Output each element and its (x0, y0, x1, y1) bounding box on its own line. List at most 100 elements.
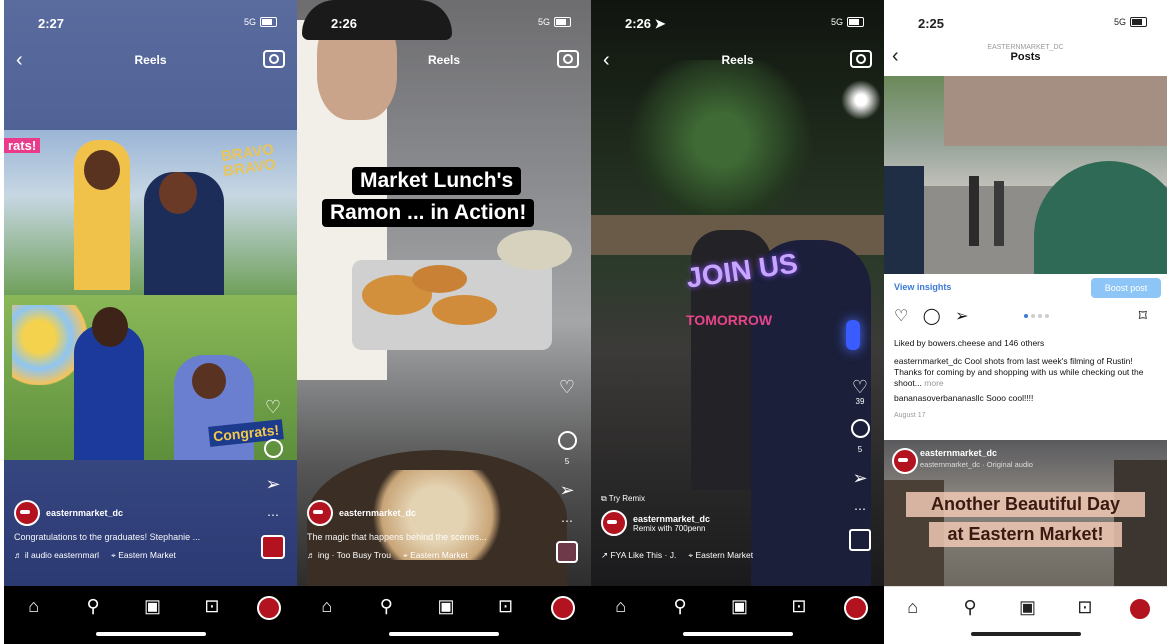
username[interactable]: easternmarket_dc (920, 448, 997, 458)
home-icon[interactable]: ⌂ (899, 597, 927, 618)
back-chevron-icon[interactable]: ‹ (892, 45, 899, 68)
more-icon[interactable]: ⋯ (561, 512, 573, 530)
caption-text[interactable]: The magic that happens behind the scenes… (307, 532, 547, 542)
more-link[interactable]: more (924, 378, 943, 388)
heart-icon[interactable]: ♡ (894, 308, 908, 325)
audio-label[interactable]: ♬ il audio easternmarl (14, 550, 99, 561)
camera-icon[interactable] (557, 50, 579, 68)
status-signal: 5G (538, 17, 571, 27)
post-photo-filming[interactable] (884, 76, 1167, 274)
account-handle: EASTERNMARKET_DC (987, 44, 1064, 51)
status-signal: 5G (831, 17, 864, 27)
caption-text[interactable]: Congratulations to the graduates! Stepha… (14, 532, 253, 542)
profile-icon[interactable] (1128, 597, 1153, 621)
avatar[interactable] (14, 500, 40, 526)
heart-icon[interactable]: ♡ (852, 378, 868, 396)
profile-icon[interactable] (844, 596, 869, 620)
reel-video-background (297, 0, 591, 586)
post2-banner-line2: at Eastern Market! (929, 522, 1122, 547)
reels-icon[interactable]: ▣ (432, 596, 460, 617)
home-indicator (389, 632, 499, 636)
comment-text: bananasoverbananasllc Sooo cool!!!! (894, 393, 1034, 403)
home-icon[interactable]: ⌂ (20, 596, 48, 617)
audio-thumbnail[interactable] (849, 529, 871, 551)
remix-icon: ⧉ (601, 494, 609, 503)
graduation-photo-2: Congrats! (4, 295, 297, 460)
try-remix-label[interactable]: ⧉ Try Remix (601, 494, 840, 504)
reels-header: ‹ Reels (4, 44, 297, 76)
home-icon[interactable]: ⌂ (313, 596, 341, 617)
comment-count: 5 (857, 445, 863, 454)
posts-header: ‹ EASTERNMARKET_DC Posts (884, 44, 1167, 74)
search-icon[interactable]: ⚲ (666, 596, 694, 617)
status-time: 2:27 (38, 16, 65, 31)
status-time: 2:26 (331, 16, 358, 31)
share-icon[interactable]: ➢ (559, 481, 574, 499)
reels-icon[interactable]: ▣ (725, 596, 753, 617)
liked-by-text[interactable]: Liked by bowers.cheese and 146 others (894, 338, 1157, 349)
avatar[interactable] (307, 500, 333, 526)
username[interactable]: easternmarket_dc (633, 514, 710, 524)
boost-post-button[interactable]: Boost post (1091, 278, 1161, 298)
shop-icon[interactable]: ⊡ (492, 596, 520, 617)
location-arrow-icon: ➤ (654, 16, 666, 31)
comment-icon[interactable]: ◯ (923, 308, 941, 325)
camera-icon[interactable] (850, 50, 872, 68)
header-title: Posts (1010, 51, 1041, 63)
avatar[interactable] (601, 510, 627, 536)
carousel-dots (1024, 314, 1049, 318)
header-title: Reels (427, 53, 461, 67)
reels-icon[interactable]: ▣ (1013, 597, 1041, 618)
battery-icon (847, 17, 864, 27)
heart-icon[interactable]: ♡ (265, 398, 281, 416)
profile-icon[interactable] (551, 596, 576, 620)
bravo-sticker: BRAVO BRAVO (220, 140, 278, 181)
comment-icon[interactable] (263, 439, 283, 458)
share-icon[interactable]: ➢ (265, 475, 280, 493)
audio-label[interactable]: ↗ FYA Like This · J. (601, 550, 676, 561)
profile-icon[interactable] (257, 596, 282, 620)
status-time: 2:25 (918, 16, 945, 31)
shop-icon[interactable]: ⊡ (1071, 597, 1099, 618)
reels-icon[interactable]: ▣ (138, 596, 166, 617)
audio-thumbnail[interactable] (556, 541, 578, 563)
shop-icon[interactable]: ⊡ (198, 596, 226, 617)
battery-icon (1130, 17, 1147, 27)
share-icon[interactable]: ➢ (955, 308, 968, 325)
view-insights-link[interactable]: View insights (894, 282, 951, 292)
status-signal: 5G (244, 17, 277, 27)
header-title: Reels (721, 53, 754, 67)
like-count: 39 (855, 397, 865, 406)
search-icon[interactable]: ⚲ (372, 596, 400, 617)
username[interactable]: easternmarket_dc (46, 508, 123, 518)
shop-icon[interactable]: ⊡ (785, 596, 813, 617)
search-icon[interactable]: ⚲ (79, 596, 107, 617)
phone-reels-market-lunch: Market Lunch's Ramon ... in Action! 2:26… (297, 0, 591, 644)
home-icon[interactable]: ⌂ (607, 596, 635, 617)
heart-icon[interactable]: ♡ (559, 378, 575, 396)
location-label[interactable]: ⌖ Eastern Market (403, 550, 468, 561)
location-label[interactable]: ⌖ Eastern Market (111, 550, 176, 561)
share-icon[interactable]: ➢ (852, 469, 867, 487)
camera-icon[interactable] (263, 50, 285, 68)
home-indicator (95, 632, 206, 636)
bookmark-icon[interactable]: ⌑ (1139, 306, 1147, 326)
remix-with-label[interactable]: Remix with 700penn (633, 524, 710, 533)
avatar[interactable] (892, 448, 918, 474)
overlay-title-line1: Market Lunch's (352, 167, 522, 195)
more-icon[interactable]: ⋯ (267, 506, 279, 524)
more-icon[interactable]: ⋯ (854, 500, 866, 518)
search-icon[interactable]: ⚲ (956, 597, 984, 618)
audio-label[interactable]: ♬ ing · Too Busy Trou (307, 550, 391, 561)
phone-reels-graduates: BRAVO BRAVO rats! Congrats! 2:27 5G ‹ Re… (4, 0, 297, 644)
original-audio-label[interactable]: easternmarket_dc · Original audio (920, 460, 1033, 469)
post2-banner-line1: Another Beautiful Day (906, 492, 1145, 517)
comment-icon[interactable] (557, 431, 577, 450)
comment-icon[interactable] (850, 419, 870, 438)
reels-header: ‹ Reels (591, 44, 884, 76)
overlay-title-line2: Ramon ... in Action! (322, 199, 535, 227)
location-label[interactable]: ⌖ Eastern Market (688, 550, 753, 561)
username[interactable]: easternmarket_dc (339, 508, 416, 518)
reel-caption: easternmarket_dc The magic that happens … (307, 500, 547, 561)
audio-thumbnail[interactable] (261, 535, 285, 559)
